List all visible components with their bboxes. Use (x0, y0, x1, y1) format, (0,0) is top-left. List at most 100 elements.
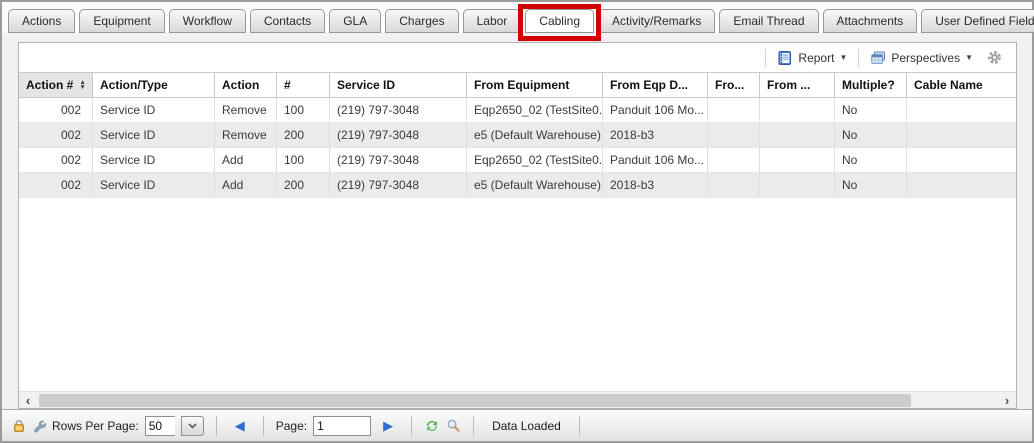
grid-toolbar: Report ▼ Perspe (19, 43, 1016, 72)
next-page-icon[interactable]: ▶ (377, 418, 399, 434)
cell-from (760, 123, 835, 147)
rows-per-page-dropdown-button[interactable] (181, 416, 204, 436)
rows-per-page-label: Rows Per Page: (52, 419, 139, 433)
tab-workflow[interactable]: Workflow (169, 9, 246, 33)
grid-header-row: Action # ▲▼ Action/Type Action # Service… (19, 72, 1016, 98)
perspectives-button[interactable]: Perspectives ▼ (866, 48, 977, 68)
scroll-left-icon[interactable]: ‹ (19, 393, 37, 408)
lock-icon[interactable] (12, 419, 26, 433)
cell-from-eqp-d: 2018-b3 (603, 123, 708, 147)
cell-action: Add (215, 148, 277, 172)
cell-multiple: No (835, 98, 907, 122)
cell-fro (708, 123, 760, 147)
statusbar-separator (216, 416, 217, 436)
column-header-number[interactable]: # (277, 73, 330, 97)
cell-from (760, 148, 835, 172)
report-button[interactable]: Report ▼ (773, 48, 851, 68)
tab-equipment[interactable]: Equipment (79, 9, 164, 33)
wrench-icon[interactable] (32, 419, 46, 433)
column-header-service-id[interactable]: Service ID (330, 73, 467, 97)
report-caret-icon: ▼ (839, 53, 847, 62)
table-row[interactable]: 002 Service ID Add 100 (219) 797-3048 Eq… (19, 148, 1016, 173)
cell-service-id: (219) 797-3048 (330, 173, 467, 197)
column-header-from-equipment[interactable]: From Equipment (467, 73, 603, 97)
table-row[interactable]: 002 Service ID Remove 200 (219) 797-3048… (19, 123, 1016, 148)
cell-multiple: No (835, 123, 907, 147)
cell-from-eqp-d: 2018-b3 (603, 173, 708, 197)
page-number-input[interactable] (313, 416, 371, 436)
rows-per-page-input[interactable] (145, 416, 175, 436)
statusbar-separator (579, 416, 580, 436)
toolbar-separator (858, 49, 859, 67)
tab-bar: Actions Equipment Workflow Contacts GLA … (2, 2, 1032, 33)
cell-number: 100 (277, 98, 330, 122)
cell-action: Add (215, 173, 277, 197)
cell-action: Remove (215, 98, 277, 122)
cell-fro (708, 173, 760, 197)
cell-multiple: No (835, 173, 907, 197)
cell-fro (708, 148, 760, 172)
tab-contacts[interactable]: Contacts (250, 9, 325, 33)
tab-actions[interactable]: Actions (8, 9, 75, 33)
cell-service-id: (219) 797-3048 (330, 148, 467, 172)
tab-cabling-label: Cabling (539, 14, 580, 28)
main-panel: Report ▼ Perspe (2, 33, 1032, 409)
cell-from-equipment: e5 (Default Warehouse) (467, 173, 603, 197)
cell-action-number: 002 (19, 98, 93, 122)
table-row[interactable]: 002 Service ID Add 200 (219) 797-3048 e5… (19, 173, 1016, 198)
cell-action-type: Service ID (93, 173, 215, 197)
tab-gla[interactable]: GLA (329, 9, 381, 33)
column-header-from[interactable]: From ... (760, 73, 835, 97)
tab-email-thread[interactable]: Email Thread (719, 9, 818, 33)
magnifier-icon[interactable] (446, 418, 461, 433)
cell-from-eqp-d: Panduit 106 Mo... (603, 98, 708, 122)
cell-action-number: 002 (19, 173, 93, 197)
statusbar-separator (263, 416, 264, 436)
cell-number: 200 (277, 173, 330, 197)
cell-action: Remove (215, 123, 277, 147)
cell-from (760, 173, 835, 197)
cell-action-number: 002 (19, 148, 93, 172)
horizontal-scrollbar[interactable]: ‹ › (19, 391, 1016, 408)
scroll-right-icon[interactable]: › (998, 393, 1016, 408)
column-header-label: Action # (26, 78, 73, 92)
cell-cable-name (907, 98, 1016, 122)
page-label: Page: (276, 419, 307, 433)
tab-activity-remarks[interactable]: Activity/Remarks (598, 9, 715, 33)
report-label: Report (798, 51, 834, 65)
tab-labor[interactable]: Labor (463, 9, 522, 33)
tab-user-defined-fields[interactable]: User Defined Fields (921, 9, 1034, 33)
column-header-action[interactable]: Action (215, 73, 277, 97)
refresh-icon[interactable] (424, 418, 440, 434)
gear-icon[interactable] (987, 50, 1002, 65)
grid-empty-area (19, 198, 1016, 391)
tab-attachments[interactable]: Attachments (823, 9, 918, 33)
cell-from-equipment: Eqp2650_02 (TestSite0... (467, 148, 603, 172)
cell-number: 200 (277, 123, 330, 147)
column-header-action-type[interactable]: Action/Type (93, 73, 215, 97)
tab-cabling[interactable]: Cabling (525, 9, 594, 33)
status-message: Data Loaded (486, 419, 567, 433)
cell-multiple: No (835, 148, 907, 172)
previous-page-icon[interactable]: ◀ (229, 418, 251, 434)
column-header-fro[interactable]: Fro... (708, 73, 760, 97)
cell-from (760, 98, 835, 122)
cell-from-eqp-d: Panduit 106 Mo... (603, 148, 708, 172)
column-header-multiple[interactable]: Multiple? (835, 73, 907, 97)
cell-from-equipment: e5 (Default Warehouse) (467, 123, 603, 147)
cell-action-number: 002 (19, 123, 93, 147)
cell-cable-name (907, 148, 1016, 172)
table-row[interactable]: 002 Service ID Remove 100 (219) 797-3048… (19, 98, 1016, 123)
sort-icon: ▲▼ (73, 80, 85, 90)
scrollbar-thumb[interactable] (39, 394, 911, 407)
cell-cable-name (907, 173, 1016, 197)
report-book-icon (777, 50, 793, 66)
column-header-from-eqp-d[interactable]: From Eqp D... (603, 73, 708, 97)
column-header-cable-name[interactable]: Cable Name (907, 73, 1016, 97)
tab-charges[interactable]: Charges (385, 9, 458, 33)
column-header-action-number[interactable]: Action # ▲▼ (19, 73, 93, 97)
perspectives-label: Perspectives (891, 51, 960, 65)
toolbar-separator (765, 49, 766, 67)
statusbar-separator (411, 416, 412, 436)
cell-service-id: (219) 797-3048 (330, 98, 467, 122)
